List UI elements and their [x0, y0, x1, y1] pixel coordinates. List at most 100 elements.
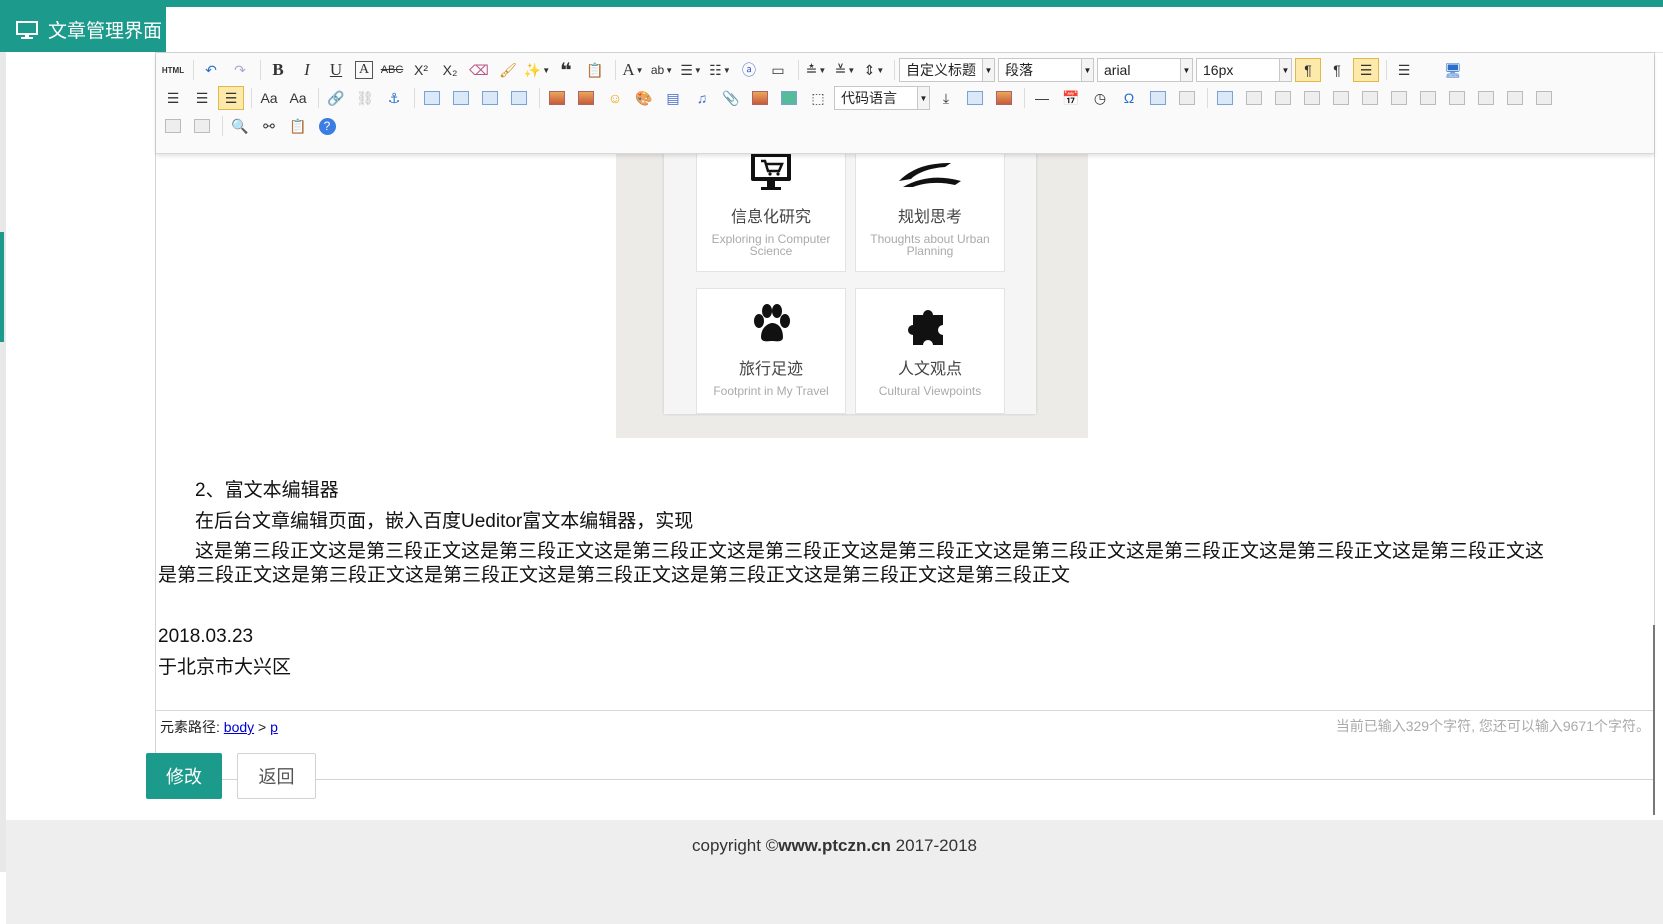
font-border-icon[interactable]: A	[355, 61, 373, 79]
font-color-icon[interactable]: A ▼	[620, 58, 646, 82]
split-cols-icon[interactable]	[160, 114, 186, 138]
ltr-direction-icon[interactable]: ¶	[1295, 58, 1321, 82]
image-right-icon[interactable]	[477, 86, 503, 110]
scrawl-icon[interactable]: 🎨	[631, 86, 657, 110]
page-scrollbar[interactable]	[1653, 625, 1655, 815]
merge-cells-icon[interactable]	[1415, 86, 1441, 110]
emotion-icon[interactable]: ☺	[602, 86, 628, 110]
insert-table-icon[interactable]	[1212, 86, 1238, 110]
music-icon[interactable]: ♫	[689, 86, 715, 110]
font-family-select[interactable]: arial ▼	[1097, 58, 1193, 82]
anchor-icon[interactable]: ⚓	[381, 86, 407, 110]
undo-icon[interactable]: ↶	[198, 58, 224, 82]
highlight-color-icon[interactable]: ab ▼	[649, 58, 675, 82]
horizontal-rule-icon[interactable]: —	[1029, 86, 1055, 110]
unlink-icon[interactable]: ⛓	[352, 86, 378, 110]
font-size-select[interactable]: 16px ▼	[1196, 58, 1292, 82]
merge-right-icon[interactable]	[1444, 86, 1470, 110]
to-lowercase-icon[interactable]: Aa	[285, 86, 311, 110]
code-language-select[interactable]: 代码语言 ▼	[834, 86, 930, 110]
time-icon[interactable]: ◷	[1087, 86, 1113, 110]
align-center-icon[interactable]: ☰	[160, 86, 186, 110]
align-justify-icon[interactable]: ☰	[218, 86, 244, 110]
puzzle-piece-icon	[856, 303, 1004, 349]
ordered-list-icon[interactable]: ☰ ▼	[678, 58, 704, 82]
tab-article-management[interactable]: 文章管理界面	[0, 7, 166, 52]
word-image-icon[interactable]	[1145, 86, 1171, 110]
map-icon[interactable]	[776, 86, 802, 110]
snapscreen-icon[interactable]	[1174, 86, 1200, 110]
bold-icon[interactable]: B	[265, 58, 291, 82]
top-accent-bar	[0, 0, 1663, 7]
merge-down-icon[interactable]	[1473, 86, 1499, 110]
background-icon[interactable]	[991, 86, 1017, 110]
align-left-icon[interactable]: ☰	[1391, 58, 1417, 82]
select-all-icon[interactable]: ⓐ	[736, 58, 762, 82]
image-left-icon[interactable]	[448, 86, 474, 110]
card-title: 规划思考	[897, 209, 962, 226]
align-right-icon[interactable]: ☰	[189, 86, 215, 110]
help-icon[interactable]: ?	[314, 114, 340, 138]
chart-icon[interactable]	[189, 114, 215, 138]
image-center-icon[interactable]	[506, 86, 532, 110]
custom-heading-select[interactable]: 自定义标题 ▼	[899, 58, 995, 82]
template-icon[interactable]	[962, 86, 988, 110]
eraser-icon[interactable]: ⌫	[466, 58, 492, 82]
insert-row-icon[interactable]	[1299, 86, 1325, 110]
superscript-icon[interactable]: X²	[408, 58, 434, 82]
back-button[interactable]: 返回	[237, 753, 316, 799]
indent-icon[interactable]: ☰	[1353, 58, 1379, 82]
page-break-icon[interactable]: ⤓	[933, 86, 959, 110]
row-spacing-top-icon[interactable]: ≛ ▼	[803, 58, 829, 82]
path-p-link[interactable]: p	[270, 719, 278, 735]
print-preview-icon[interactable]: 🔍	[227, 114, 253, 138]
row-spacing-bottom-icon[interactable]: ≚ ▼	[832, 58, 858, 82]
link-icon[interactable]: 🔗	[323, 86, 349, 110]
insert-code-icon[interactable]: ⬚	[805, 86, 831, 110]
clear-doc-icon[interactable]: ▭	[765, 58, 791, 82]
redo-icon[interactable]: ↷	[227, 58, 253, 82]
simple-upload-icon[interactable]	[544, 86, 570, 110]
preview-monitor-icon[interactable]: 🖥	[1440, 58, 1466, 82]
delete-col-icon[interactable]	[1386, 86, 1412, 110]
paragraph-select[interactable]: 段落 ▼	[998, 58, 1094, 82]
strikethrough-icon[interactable]: ABC	[379, 58, 405, 82]
save-edit-button[interactable]: 修改	[146, 753, 222, 799]
subscript-icon[interactable]: X₂	[437, 58, 463, 82]
paragraph-intro: 在后台文章编辑页面，嵌入百度Ueditor富文本编辑器，实现	[195, 511, 694, 532]
drafts-icon[interactable]: 📋	[285, 114, 311, 138]
image-none-icon[interactable]	[419, 86, 445, 110]
insert-frame-icon[interactable]	[747, 86, 773, 110]
rich-text-editor[interactable]: HTML ↶ ↷ B I U A ABC X² X₂ ⌫ 🖌 ✨ ▼ ❝ 📋 A ▼…	[155, 52, 1655, 780]
insert-paragraph-before-table-icon[interactable]	[1270, 86, 1296, 110]
card-title: 信息化研究	[730, 209, 811, 226]
copyright-text: copyright ©www.ptczn.cn 2017-2018	[6, 836, 1663, 856]
split-cells-icon[interactable]	[1502, 86, 1528, 110]
underline-icon[interactable]: U	[323, 58, 349, 82]
element-path: 元素路径: body > p	[160, 717, 278, 737]
split-rows-icon[interactable]	[1531, 86, 1557, 110]
editor-content[interactable]: 信息化研究 Exploring in Computer Science 规划思考…	[156, 154, 1654, 714]
auto-format-icon[interactable]: ✨ ▼	[524, 58, 550, 82]
unordered-list-icon[interactable]: ☷ ▼	[707, 58, 733, 82]
blockquote-icon[interactable]: ❝	[553, 58, 579, 82]
italic-icon[interactable]: I	[294, 58, 320, 82]
attachment-icon[interactable]: 📎	[718, 86, 744, 110]
paste-text-icon[interactable]: 📋	[582, 58, 608, 82]
insert-image-icon[interactable]	[573, 86, 599, 110]
delete-row-icon[interactable]	[1328, 86, 1354, 110]
to-uppercase-icon[interactable]: Aa	[256, 86, 282, 110]
insert-video-icon[interactable]: ▤	[660, 86, 686, 110]
delete-table-icon[interactable]	[1241, 86, 1267, 110]
format-brush-icon[interactable]: 🖌	[495, 58, 521, 82]
cart-monitor-icon	[697, 154, 845, 197]
special-chars-icon[interactable]: Ω	[1116, 86, 1142, 110]
rtl-direction-icon[interactable]: ¶	[1324, 58, 1350, 82]
date-icon[interactable]: 📅	[1058, 86, 1084, 110]
html-source-button[interactable]: HTML	[160, 58, 186, 82]
insert-col-icon[interactable]	[1357, 86, 1383, 110]
path-body-link[interactable]: body	[224, 719, 254, 735]
card-subtitle: Exploring in Computer Science	[711, 232, 831, 258]
search-replace-icon[interactable]: ⚯	[256, 114, 282, 138]
line-height-icon[interactable]: ⇕ ▼	[861, 58, 887, 82]
